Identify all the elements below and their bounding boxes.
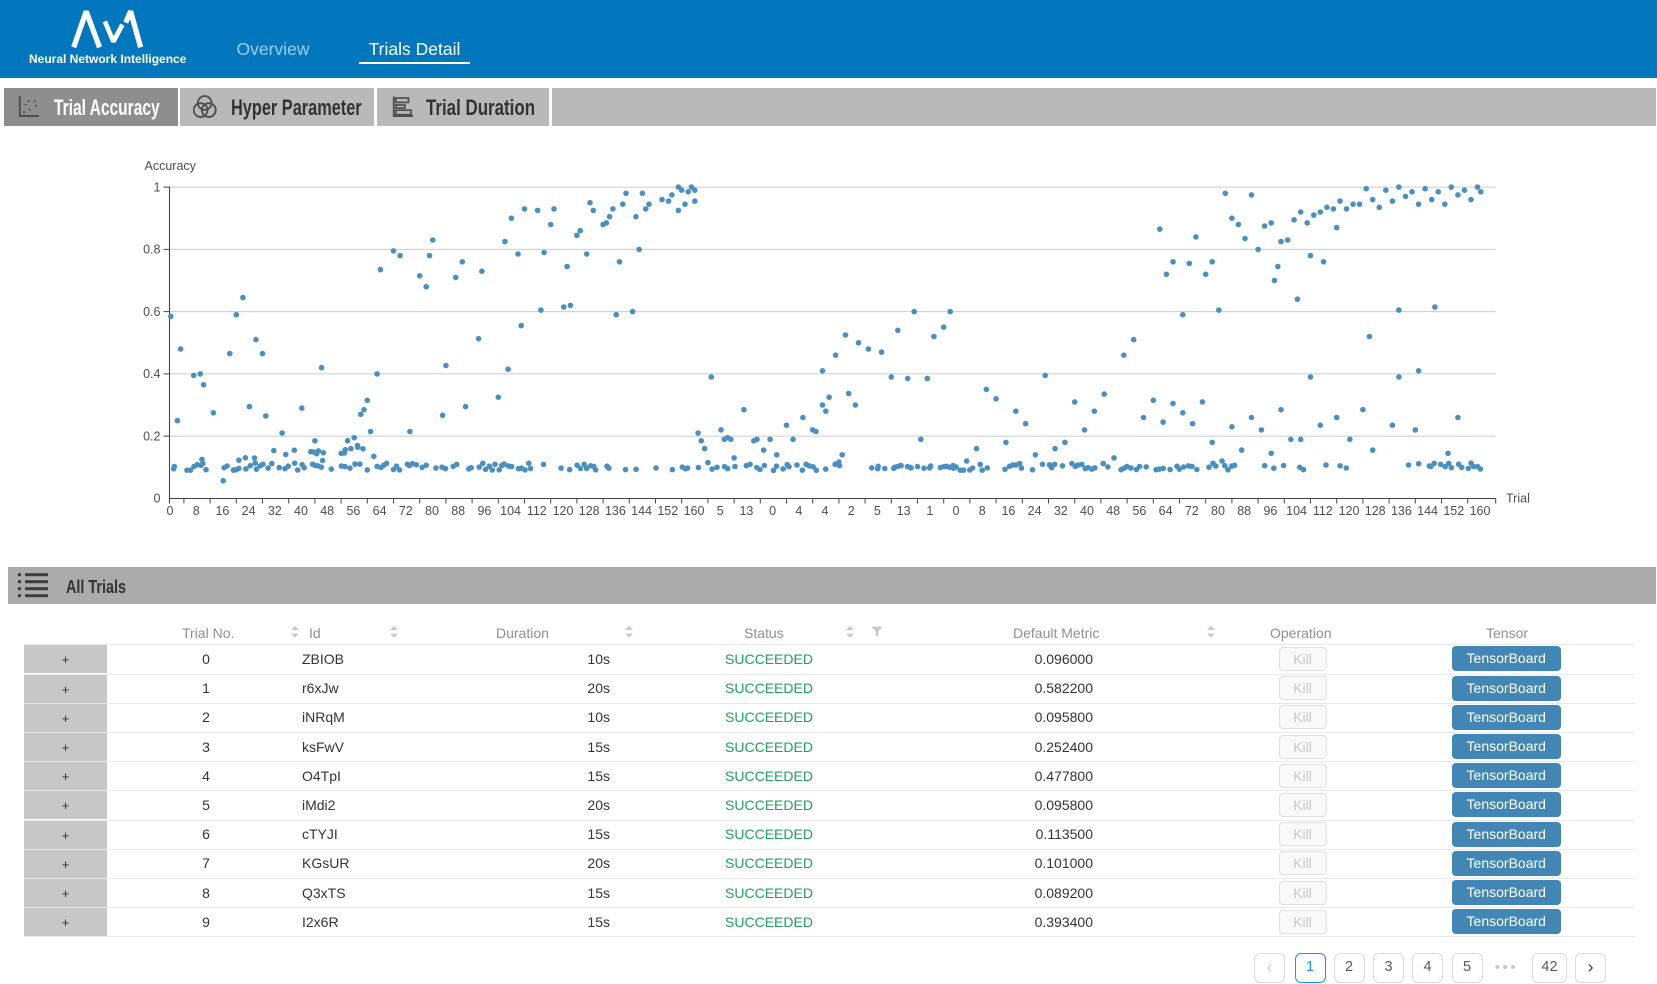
svg-text:13: 13 <box>897 504 911 518</box>
svg-text:160: 160 <box>684 504 705 518</box>
svg-text:5: 5 <box>874 504 881 518</box>
svg-text:112: 112 <box>527 504 547 518</box>
svg-text:80: 80 <box>425 504 439 518</box>
svg-text:0: 0 <box>953 504 960 518</box>
svg-text:Accuracy: Accuracy <box>145 159 197 173</box>
svg-text:8: 8 <box>979 504 986 518</box>
svg-text:104: 104 <box>1286 504 1307 518</box>
svg-text:4: 4 <box>795 504 802 518</box>
svg-text:0.4: 0.4 <box>143 367 160 381</box>
svg-text:4: 4 <box>822 504 829 518</box>
svg-text:0.6: 0.6 <box>143 305 160 319</box>
svg-text:88: 88 <box>451 504 465 518</box>
svg-text:64: 64 <box>373 504 387 518</box>
svg-text:88: 88 <box>1237 504 1251 518</box>
svg-text:120: 120 <box>553 504 574 518</box>
svg-text:104: 104 <box>500 504 521 518</box>
svg-text:0.8: 0.8 <box>143 243 160 257</box>
svg-text:144: 144 <box>1417 504 1438 518</box>
svg-text:24: 24 <box>1028 504 1042 518</box>
svg-text:152: 152 <box>1443 504 1464 518</box>
svg-text:136: 136 <box>605 504 626 518</box>
svg-text:128: 128 <box>1365 504 1386 518</box>
svg-text:56: 56 <box>346 504 360 518</box>
svg-text:32: 32 <box>268 504 282 518</box>
svg-text:40: 40 <box>1080 504 1094 518</box>
svg-text:112: 112 <box>1313 504 1333 518</box>
svg-text:1: 1 <box>926 504 933 518</box>
svg-text:5: 5 <box>717 504 724 518</box>
svg-text:32: 32 <box>1054 504 1068 518</box>
svg-text:120: 120 <box>1339 504 1360 518</box>
svg-text:0: 0 <box>769 504 776 518</box>
svg-text:72: 72 <box>1185 504 1199 518</box>
svg-text:48: 48 <box>1106 504 1120 518</box>
svg-text:128: 128 <box>579 504 600 518</box>
svg-text:13: 13 <box>739 504 753 518</box>
svg-text:144: 144 <box>631 504 652 518</box>
svg-text:160: 160 <box>1470 504 1491 518</box>
svg-text:80: 80 <box>1211 504 1225 518</box>
svg-text:40: 40 <box>294 504 308 518</box>
svg-text:8: 8 <box>193 504 200 518</box>
svg-text:96: 96 <box>1263 504 1277 518</box>
svg-text:0: 0 <box>167 504 174 518</box>
svg-text:1: 1 <box>154 180 161 194</box>
svg-text:152: 152 <box>657 504 678 518</box>
svg-text:64: 64 <box>1159 504 1173 518</box>
svg-text:48: 48 <box>320 504 334 518</box>
svg-text:Trial: Trial <box>1506 492 1530 506</box>
svg-text:16: 16 <box>1001 504 1015 518</box>
svg-text:16: 16 <box>215 504 229 518</box>
svg-text:2: 2 <box>848 504 855 518</box>
svg-text:0.2: 0.2 <box>143 429 160 443</box>
svg-text:136: 136 <box>1391 504 1412 518</box>
svg-text:0: 0 <box>154 492 161 506</box>
svg-text:72: 72 <box>399 504 413 518</box>
svg-text:96: 96 <box>477 504 491 518</box>
svg-text:56: 56 <box>1132 504 1146 518</box>
svg-text:24: 24 <box>242 504 256 518</box>
